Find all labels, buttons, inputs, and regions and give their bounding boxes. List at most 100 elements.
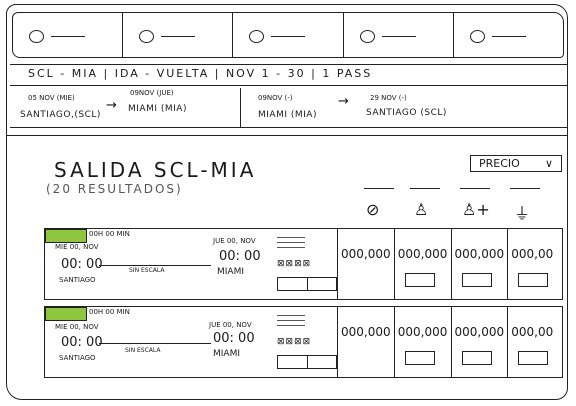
badge-marker [45, 307, 87, 321]
flight-duration: 00H 00 MIN [89, 230, 130, 238]
amenity-icons: ⊠⊠⊠⊠ [277, 337, 312, 347]
leg-date: 29 NOV (-) [370, 94, 407, 102]
departure-city: SANTIAGO [59, 354, 96, 362]
fare-cell[interactable]: 000,00 [507, 307, 564, 377]
flight-result[interactable]: 00H 00 MIN MIE 00, NOV 00: 00 SANTIAGO S… [44, 228, 563, 300]
fare-price: 000,000 [397, 247, 448, 261]
fare-price: 000,000 [454, 325, 505, 339]
button[interactable] [308, 356, 337, 368]
fare-price: 000,000 [341, 247, 391, 261]
arrow-right-icon: → [338, 94, 349, 109]
seat-icon: ♙ [414, 200, 429, 219]
departure-date: MIE 00, NOV [55, 243, 99, 251]
search-summary[interactable]: SCL - MIA | IDA - VUELTA | NOV 1 - 30 | … [10, 64, 568, 86]
search-summary-text: SCL - MIA | IDA - VUELTA | NOV 1 - 30 | … [28, 67, 373, 80]
leg-city: MIAMI (MIA) [128, 104, 187, 114]
select-fare-button[interactable] [404, 351, 435, 365]
step-1[interactable] [13, 13, 124, 57]
step-label-placeholder [381, 36, 416, 37]
leg-city: SANTIAGO (SCL) [366, 108, 447, 118]
button[interactable] [278, 356, 308, 368]
sort-label: PRECIO [479, 157, 520, 170]
flight-result[interactable]: 00H 00 MIN MIE 00, NOV 00: 00 SANTIAGO S… [44, 306, 563, 378]
arrow-right-icon: → [106, 98, 117, 113]
stops-label: SIN ESCALA [125, 347, 161, 354]
departure-date: MIE 00, NOV [55, 323, 99, 331]
seat-plus-icon: ♙+ [462, 200, 490, 219]
fare-cell[interactable]: 000,00 [507, 229, 564, 299]
fare-price: 000,000 [454, 247, 505, 261]
booking-steps [12, 12, 564, 58]
fare-options: 000,000 000,000 000,000 000,00 [337, 229, 564, 299]
step-5[interactable] [454, 13, 563, 57]
leg-city: SANTIAGO,(SCL) [20, 110, 101, 120]
step-indicator-icon [469, 30, 485, 43]
results-count: (20 RESULTADOS) [46, 182, 183, 196]
fare-cell[interactable]: 000,000 [450, 229, 508, 299]
arrival-date: JUE 00, NOV [209, 321, 252, 329]
no-bag-icon: ⊘ [366, 200, 380, 219]
itinerary-legs: 05 NOV (MIE) SANTIAGO,(SCL) → 09NOV (JUE… [10, 88, 568, 128]
fare-cell[interactable]: 000,000 [337, 307, 394, 377]
cabin-header-label [364, 188, 394, 189]
departure-city: SANTIAGO [59, 276, 96, 284]
departure-time: 00: 00 [61, 335, 103, 350]
button[interactable] [308, 278, 337, 290]
detail-buttons[interactable] [277, 355, 337, 369]
legs-divider [240, 88, 241, 128]
fare-price: 000,00 [511, 247, 554, 261]
fare-cell[interactable]: 000,000 [393, 307, 451, 377]
step-2[interactable] [123, 13, 234, 57]
select-fare-button[interactable] [461, 351, 492, 365]
step-indicator-icon [249, 30, 265, 43]
page-title: SALIDA SCL-MIA [54, 158, 257, 182]
sort-select[interactable]: PRECIO ∨ [470, 155, 562, 172]
route-line [99, 265, 211, 266]
step-indicator-icon [359, 30, 375, 43]
chevron-down-icon: ∨ [544, 157, 553, 170]
fare-cell[interactable]: 000,000 [337, 229, 394, 299]
leg-date: 05 NOV (MIE) [28, 94, 75, 102]
select-fare-button[interactable] [518, 273, 549, 287]
step-label-placeholder [491, 36, 526, 37]
leg-date: 09NOV (JUE) [130, 89, 174, 97]
flight-duration: 00H 00 MIN [89, 308, 130, 316]
select-fare-button[interactable] [518, 351, 549, 365]
leg-date: 09NOV (-) [258, 94, 293, 102]
step-4[interactable] [344, 13, 454, 57]
route-line [99, 343, 211, 344]
step-3[interactable] [233, 13, 344, 57]
flight-details-lines [277, 315, 305, 330]
arrival-time: 00: 00 [219, 249, 261, 264]
amenity-icons: ⊠⊠⊠⊠ [277, 259, 312, 269]
leg-city: MIAMI (MIA) [258, 110, 317, 120]
flat-bed-icon: ⏚ [514, 204, 531, 223]
button[interactable] [278, 278, 308, 290]
fare-cell[interactable]: 000,000 [393, 229, 451, 299]
arrival-city: MIAMI [213, 349, 240, 359]
step-label-placeholder [51, 36, 85, 37]
step-indicator-icon [29, 30, 44, 43]
arrival-time: 00: 00 [213, 331, 255, 346]
badge-marker [45, 229, 87, 243]
step-indicator-icon [139, 30, 155, 43]
step-label-placeholder [161, 36, 196, 37]
select-fare-button[interactable] [461, 273, 492, 287]
stops-label: SIN ESCALA [129, 267, 165, 274]
detail-buttons[interactable] [277, 277, 337, 291]
fare-cell[interactable]: 000,000 [450, 307, 508, 377]
fare-price: 000,000 [397, 325, 448, 339]
fare-options: 000,000 000,000 000,000 000,00 [337, 307, 564, 377]
section-divider [6, 135, 568, 136]
cabin-header-label [410, 188, 440, 189]
step-label-placeholder [271, 36, 306, 37]
arrival-city: MIAMI [217, 267, 244, 277]
cabin-header-label [460, 188, 490, 189]
flight-details-lines [277, 237, 305, 252]
cabin-header-label [510, 188, 540, 189]
fare-price: 000,00 [511, 325, 554, 339]
fare-price: 000,000 [341, 325, 391, 339]
departure-time: 00: 00 [61, 257, 103, 272]
arrival-date: JUE 00, NOV [213, 237, 256, 245]
select-fare-button[interactable] [404, 273, 435, 287]
